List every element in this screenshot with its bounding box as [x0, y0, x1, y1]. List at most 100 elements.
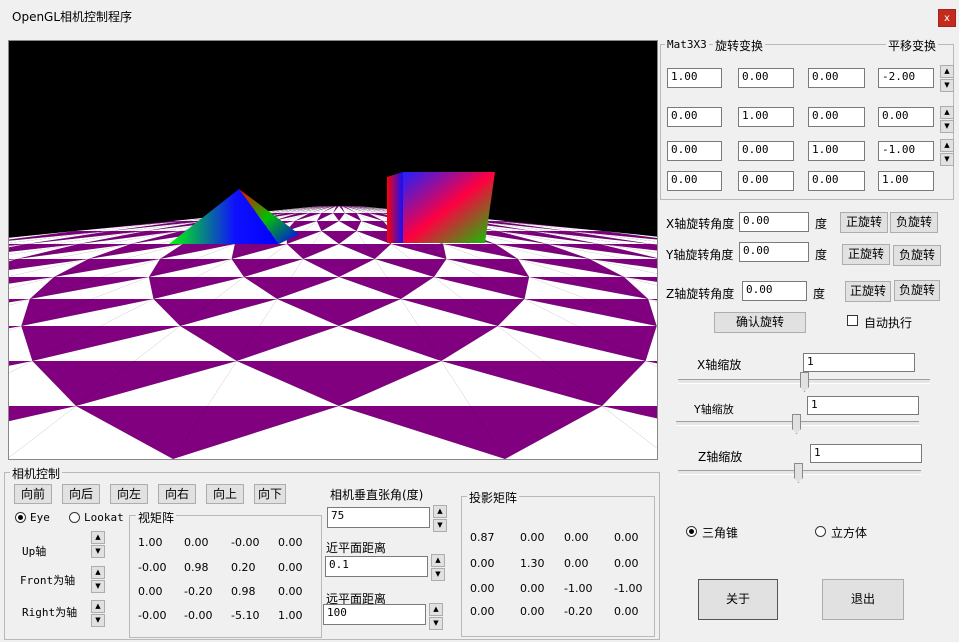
spin-up-icon[interactable]: ▲ — [940, 139, 954, 152]
x-rotation-input[interactable]: 0.00 — [739, 212, 809, 232]
spin-down-icon[interactable]: ▼ — [940, 120, 954, 133]
window-title: OpenGL相机控制程序 — [12, 10, 133, 24]
spin-down-icon[interactable]: ▼ — [433, 519, 447, 532]
spin-up-icon[interactable]: ▲ — [433, 505, 447, 518]
view-matrix-value: 1.00 — [278, 609, 303, 622]
matrix-cell-input[interactable]: 1.00 — [878, 171, 934, 191]
spin-up-icon[interactable]: ▲ — [940, 65, 954, 78]
close-button[interactable]: x — [938, 9, 956, 27]
projection-matrix-value: 0.00 — [614, 531, 639, 544]
projection-matrix-value: 0.00 — [614, 605, 639, 618]
y-scale-input[interactable]: 1 — [807, 396, 919, 415]
near-plane-spinner[interactable]: ▲ ▼ — [431, 554, 445, 582]
view-matrix-value: -0.20 — [184, 585, 213, 598]
up-axis-spinner[interactable]: ▲ ▼ — [91, 531, 105, 559]
view-matrix-value: 0.00 — [278, 585, 303, 598]
spin-up-icon[interactable]: ▲ — [431, 554, 445, 567]
right-axis-spinner[interactable]: ▲ ▼ — [91, 600, 105, 628]
spin-down-icon[interactable]: ▼ — [940, 79, 954, 92]
matrix-cell-input[interactable]: 0.00 — [667, 171, 722, 191]
view-matrix-value: -0.00 — [184, 609, 213, 622]
spin-down-icon[interactable]: ▼ — [91, 545, 105, 558]
exit-button[interactable]: 退出 — [822, 579, 904, 620]
fov-input[interactable]: 75 — [327, 507, 430, 528]
far-plane-input[interactable]: 100 — [323, 604, 426, 625]
view-matrix-value: 0.00 — [278, 536, 303, 549]
move-down-button[interactable]: 向下 — [254, 484, 286, 504]
y-scale-label: Y轴缩放 — [694, 403, 734, 416]
z-rotate-negative-button[interactable]: 负旋转 — [894, 280, 940, 301]
projection-matrix-value: 0.00 — [520, 605, 545, 618]
projection-matrix-value: 0.00 — [520, 582, 545, 595]
matrix-cell-input[interactable]: 0.00 — [808, 171, 865, 191]
spin-up-icon[interactable]: ▲ — [940, 106, 954, 119]
matrix-cell-input[interactable]: 0.00 — [808, 68, 865, 88]
matrix-cell-input[interactable]: -1.00 — [878, 141, 934, 161]
x-rotate-negative-button[interactable]: 负旋转 — [890, 212, 938, 233]
z-scale-slider-thumb[interactable] — [794, 463, 803, 483]
projection-matrix-label: 投影矩阵 — [467, 489, 520, 506]
y-rotation-input[interactable]: 0.00 — [739, 242, 809, 262]
spin-down-icon[interactable]: ▼ — [940, 153, 954, 166]
spin-up-icon[interactable]: ▲ — [91, 531, 105, 544]
opengl-viewport[interactable] — [8, 40, 658, 460]
translate-spinner[interactable]: ▲ ▼ — [940, 65, 954, 93]
spin-down-icon[interactable]: ▼ — [91, 614, 105, 627]
view-matrix-value: 0.00 — [278, 561, 303, 574]
pyramid-radio[interactable] — [686, 526, 697, 537]
translate-spinner[interactable]: ▲ ▼ — [940, 106, 954, 134]
matrix-cell-input[interactable]: 0.00 — [738, 171, 794, 191]
matrix-cell-input[interactable]: 1.00 — [808, 141, 865, 161]
projection-matrix-value: 0.00 — [470, 605, 495, 618]
spin-up-icon[interactable]: ▲ — [91, 566, 105, 579]
move-forward-button[interactable]: 向前 — [14, 484, 52, 504]
lookat-radio[interactable] — [69, 512, 80, 523]
matrix-cell-input[interactable]: 1.00 — [667, 68, 722, 88]
matrix-cell-input[interactable]: 0.00 — [808, 107, 865, 127]
confirm-rotation-button[interactable]: 确认旋转 — [714, 312, 806, 333]
z-rotation-input[interactable]: 0.00 — [742, 281, 807, 301]
auto-execute-checkbox[interactable] — [847, 315, 858, 326]
y-scale-slider-thumb[interactable] — [792, 414, 801, 434]
x-rotate-positive-button[interactable]: 正旋转 — [840, 212, 888, 233]
matrix-cell-input[interactable]: -2.00 — [878, 68, 934, 88]
matrix-cell-input[interactable]: 1.00 — [738, 107, 794, 127]
x-scale-input[interactable]: 1 — [803, 353, 915, 372]
spin-down-icon[interactable]: ▼ — [429, 617, 443, 630]
near-plane-input[interactable]: 0.1 — [325, 556, 428, 577]
move-back-button[interactable]: 向后 — [62, 484, 100, 504]
spin-down-icon[interactable]: ▼ — [91, 580, 105, 593]
z-rotate-positive-button[interactable]: 正旋转 — [845, 281, 891, 302]
matrix-cell-input[interactable]: 0.00 — [667, 107, 722, 127]
eye-radio-label: Eye — [30, 511, 50, 524]
z-rotation-label: Z轴旋转角度 — [666, 287, 735, 301]
fov-label: 相机垂直张角(度) — [330, 488, 424, 502]
lookat-radio-label: Lookat — [84, 511, 124, 524]
z-scale-input[interactable]: 1 — [810, 444, 922, 463]
move-right-button[interactable]: 向右 — [158, 484, 196, 504]
y-rotate-negative-button[interactable]: 负旋转 — [893, 245, 941, 266]
cube-radio[interactable] — [815, 526, 826, 537]
matrix-cell-input[interactable]: 0.00 — [878, 107, 934, 127]
matrix-cell-input[interactable]: 0.00 — [667, 141, 722, 161]
y-rotation-label: Y轴旋转角度 — [666, 248, 734, 262]
move-up-button[interactable]: 向上 — [206, 484, 244, 504]
x-scale-slider-thumb[interactable] — [800, 372, 809, 392]
fov-spinner[interactable]: ▲ ▼ — [433, 505, 447, 533]
spin-up-icon[interactable]: ▲ — [429, 603, 443, 616]
projection-matrix-value: 0.00 — [470, 557, 495, 570]
matrix-cell-input[interactable]: 0.00 — [738, 141, 794, 161]
about-button[interactable]: 关于 — [698, 579, 778, 620]
translate-spinner[interactable]: ▲ ▼ — [940, 139, 954, 167]
x-scale-label: X轴缩放 — [697, 358, 742, 372]
eye-radio[interactable] — [15, 512, 26, 523]
y-rotate-positive-button[interactable]: 正旋转 — [842, 244, 890, 265]
spin-down-icon[interactable]: ▼ — [431, 568, 445, 581]
move-left-button[interactable]: 向左 — [110, 484, 148, 504]
front-axis-spinner[interactable]: ▲ ▼ — [91, 566, 105, 594]
matrix-cell-input[interactable]: 0.00 — [738, 68, 794, 88]
up-axis-label: Up轴 — [22, 545, 47, 558]
far-plane-spinner[interactable]: ▲ ▼ — [429, 603, 443, 631]
spin-up-icon[interactable]: ▲ — [91, 600, 105, 613]
z-scale-label: Z轴缩放 — [698, 450, 743, 464]
